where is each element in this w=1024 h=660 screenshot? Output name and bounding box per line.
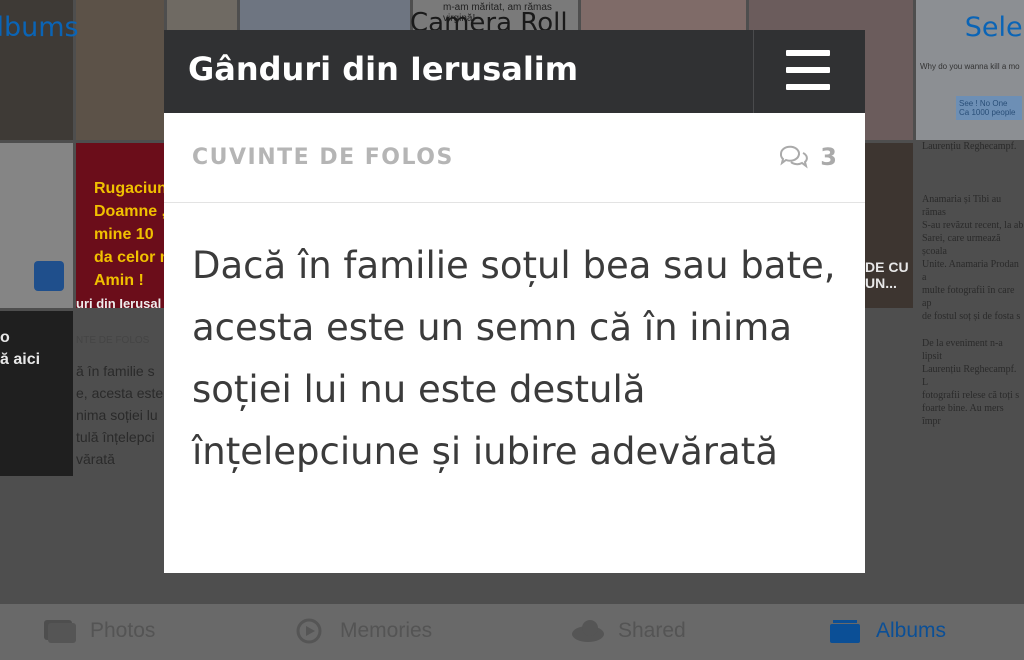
hamburger-menu-icon[interactable] bbox=[784, 50, 832, 92]
comment-counter[interactable]: 3 bbox=[778, 143, 837, 171]
tab-shared[interactable]: Shared bbox=[570, 618, 686, 644]
background-article-right: Laurențiu Reghecampf. Anamaria și Tibi a… bbox=[922, 140, 1024, 428]
comments-icon bbox=[780, 145, 809, 169]
tab-label: Shared bbox=[618, 619, 686, 642]
photo-thumbnail[interactable]: o ă aici bbox=[0, 311, 73, 476]
tab-bar: Photos Memories Shared Albums bbox=[0, 604, 1024, 660]
comment-count: 3 bbox=[820, 143, 837, 171]
albums-icon bbox=[830, 620, 860, 643]
post-meta-row: CUVINTE DE FOLOS 3 bbox=[164, 113, 865, 203]
thumbnail-text: Rugaciun Doamne , mine 10 da celor n Ami… bbox=[94, 180, 164, 289]
albums-back-button[interactable]: Albums bbox=[0, 12, 79, 43]
photo-thumbnail[interactable]: DE CU UN... bbox=[865, 143, 913, 308]
photo-thumbnail[interactable]: uri din Ierusal bbox=[76, 296, 164, 311]
background-article-line: De la eveniment n-a lipsit bbox=[922, 338, 1003, 362]
tab-label: Memories bbox=[340, 619, 433, 642]
thumbnail-text: DE CU UN... bbox=[865, 259, 909, 291]
site-title[interactable]: Gânduri din Ierusalim bbox=[188, 50, 578, 88]
background-article-line: Laurențiu Reghecampf. L bbox=[922, 364, 1017, 388]
background-article-line: S-au revăzut recent, la ab bbox=[922, 220, 1024, 231]
thumbs-up-icon bbox=[34, 261, 64, 291]
cloud-icon bbox=[572, 620, 604, 642]
tab-label: Albums bbox=[876, 619, 947, 642]
background-article-line: Anamaria și Tibi au rămas bbox=[922, 194, 1002, 218]
tab-photos[interactable]: Photos bbox=[42, 618, 155, 644]
photo-thumbnail[interactable] bbox=[0, 143, 73, 308]
background-article-line: multe fotografii în care ap bbox=[922, 285, 1015, 309]
background-article-line: Sarei, care urmează școala bbox=[922, 233, 1001, 257]
select-button[interactable]: Select bbox=[965, 12, 1024, 43]
header-divider bbox=[753, 30, 754, 113]
chat-bubble: See ! No One Ca 1000 people bbox=[956, 96, 1022, 120]
thumbnail-text: o ă aici bbox=[0, 329, 41, 368]
tab-label: Photos bbox=[90, 619, 156, 642]
photo-thumbnail[interactable]: Rugaciun Doamne , mine 10 da celor n Ami… bbox=[76, 143, 164, 308]
tab-memories[interactable]: Memories bbox=[292, 618, 432, 644]
tab-albums[interactable]: Albums bbox=[828, 618, 946, 644]
site-header: Gânduri din Ierusalim bbox=[164, 30, 865, 113]
background-article-line: de fostul soț și de fosta s bbox=[922, 311, 1021, 322]
thumbnail-text: uri din Ierusal bbox=[76, 296, 162, 311]
photos-icon bbox=[44, 620, 76, 643]
background-article-line: fotografii relese că toți s bbox=[922, 390, 1020, 401]
post-category[interactable]: CUVINTE DE FOLOS bbox=[192, 145, 454, 170]
thumbnail-text: Why do you wanna kill a mo bbox=[920, 62, 1020, 71]
background-article-line: Unite. Anamaria Prodan a bbox=[922, 259, 1019, 283]
memories-icon bbox=[296, 618, 322, 644]
background-article-line: Laurențiu Reghecampf. bbox=[922, 141, 1017, 152]
shared-post-card: Gânduri din Ierusalim CUVINTE DE FOLOS 3… bbox=[164, 30, 865, 573]
post-quote-text: Dacă în familie soțul bea sau bate, aces… bbox=[192, 244, 836, 473]
background-article-line: foarte bine. Au mers împr bbox=[922, 403, 1004, 427]
